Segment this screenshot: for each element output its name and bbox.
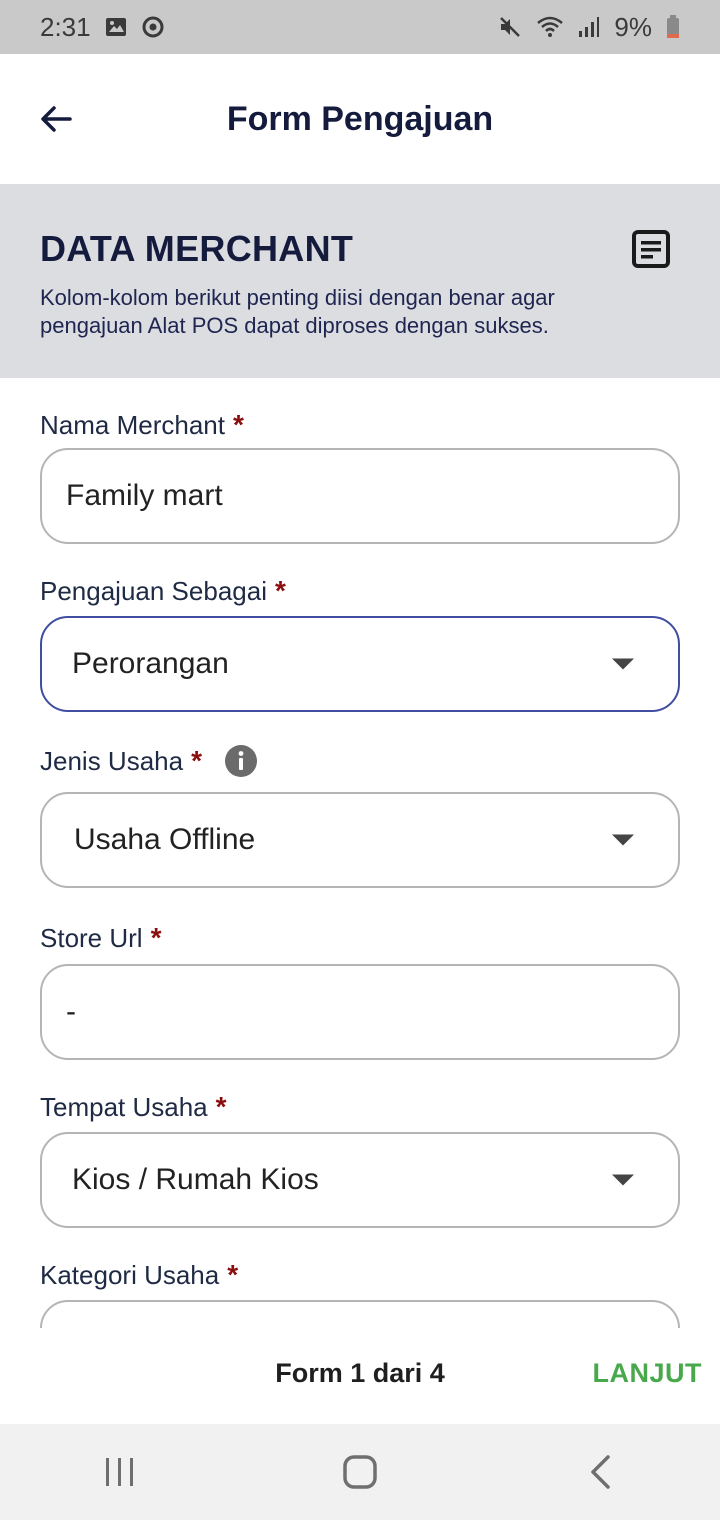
battery-icon [666, 15, 680, 39]
field-label: Jenis Usaha * [40, 744, 680, 778]
signal-icon [578, 16, 600, 38]
pengajuan-sebagai-select[interactable]: Perorangan [40, 616, 680, 712]
document-icon[interactable] [632, 230, 670, 268]
section-description: Kolom-kolom berikut penting diisi dengan… [40, 285, 555, 338]
label-text: Jenis Usaha [40, 746, 184, 776]
label-text: Kategori Usaha [40, 1260, 220, 1290]
required-marker: * [274, 575, 286, 606]
select-value: Kios / Rumah Kios [72, 1163, 319, 1196]
image-icon [105, 17, 127, 37]
status-left: 2:31 [40, 12, 165, 43]
kategori-usaha-select[interactable] [40, 1300, 680, 1328]
section-header: DATA MERCHANT Kolom-kolom berikut pentin… [0, 184, 720, 378]
field-label: Tempat Usaha * [40, 1090, 680, 1124]
jenis-usaha-select[interactable]: Usaha Offline [40, 792, 680, 888]
back-button[interactable] [32, 95, 80, 143]
wifi-icon [536, 15, 564, 39]
sync-icon [141, 15, 165, 39]
screen: 2:31 9% Form Pengajuan DATA MERCHANT Kol… [0, 0, 720, 1520]
required-marker: * [191, 745, 202, 776]
home-button[interactable] [320, 1442, 400, 1502]
recent-apps-icon [106, 1458, 133, 1486]
required-marker: * [150, 922, 162, 953]
status-time: 2:31 [40, 11, 91, 42]
field-label: Pengajuan Sebagai * [40, 574, 680, 608]
select-value: Usaha Offline [74, 823, 256, 856]
field-store-url: Store Url * [40, 921, 680, 955]
required-marker: * [227, 1259, 239, 1290]
page-title: Form Pengajuan [226, 99, 494, 138]
required-marker: * [215, 1091, 227, 1122]
label-text: Nama Merchant [40, 410, 225, 440]
mute-icon [498, 15, 522, 39]
form-scroll-area[interactable]: Nama Merchant * Family mart Pengajuan Se… [0, 378, 720, 1328]
label-text: Tempat Usaha [40, 1092, 208, 1122]
nama-merchant-input[interactable]: Family mart [40, 448, 680, 544]
chevron-down-icon [612, 658, 634, 670]
label-text: Store Url [40, 923, 143, 953]
recent-apps-button[interactable] [80, 1442, 160, 1502]
tempat-usaha-select[interactable]: Kios / Rumah Kios [40, 1132, 680, 1228]
back-icon [591, 1455, 610, 1489]
home-icon [343, 1455, 377, 1489]
status-bar: 2:31 9% [0, 0, 720, 54]
field-label: Nama Merchant * [40, 408, 680, 442]
arrow-left-icon [41, 106, 72, 132]
input-value: Family mart [66, 479, 223, 512]
app-bar: Form Pengajuan [0, 54, 720, 184]
field-jenis-usaha: Jenis Usaha * [40, 744, 680, 778]
info-icon[interactable] [224, 744, 258, 778]
chevron-down-icon [612, 1174, 634, 1186]
status-right: 9% [498, 12, 680, 43]
select-value: Perorangan [72, 647, 229, 680]
required-marker: * [232, 409, 244, 440]
nav-back-button[interactable] [560, 1442, 640, 1502]
input-value: - [66, 995, 76, 1028]
form-footer: Form 1 dari 4 LANJUT [0, 1328, 720, 1424]
next-button[interactable]: LANJUT [593, 1358, 703, 1389]
field-nama-merchant: Nama Merchant * [40, 408, 680, 442]
field-kategori-usaha: Kategori Usaha * [40, 1258, 680, 1292]
field-pengajuan-sebagai: Pengajuan Sebagai * [40, 574, 680, 608]
field-tempat-usaha: Tempat Usaha * [40, 1090, 680, 1124]
field-label: Kategori Usaha * [40, 1258, 680, 1292]
label-text: Pengajuan Sebagai [40, 576, 267, 606]
system-nav-bar [0, 1424, 720, 1520]
chevron-down-icon [612, 834, 634, 846]
store-url-input[interactable]: - [40, 964, 680, 1060]
battery-percent: 9% [614, 11, 652, 42]
section-title: DATA MERCHANT [40, 228, 354, 269]
field-label: Store Url * [40, 921, 680, 955]
